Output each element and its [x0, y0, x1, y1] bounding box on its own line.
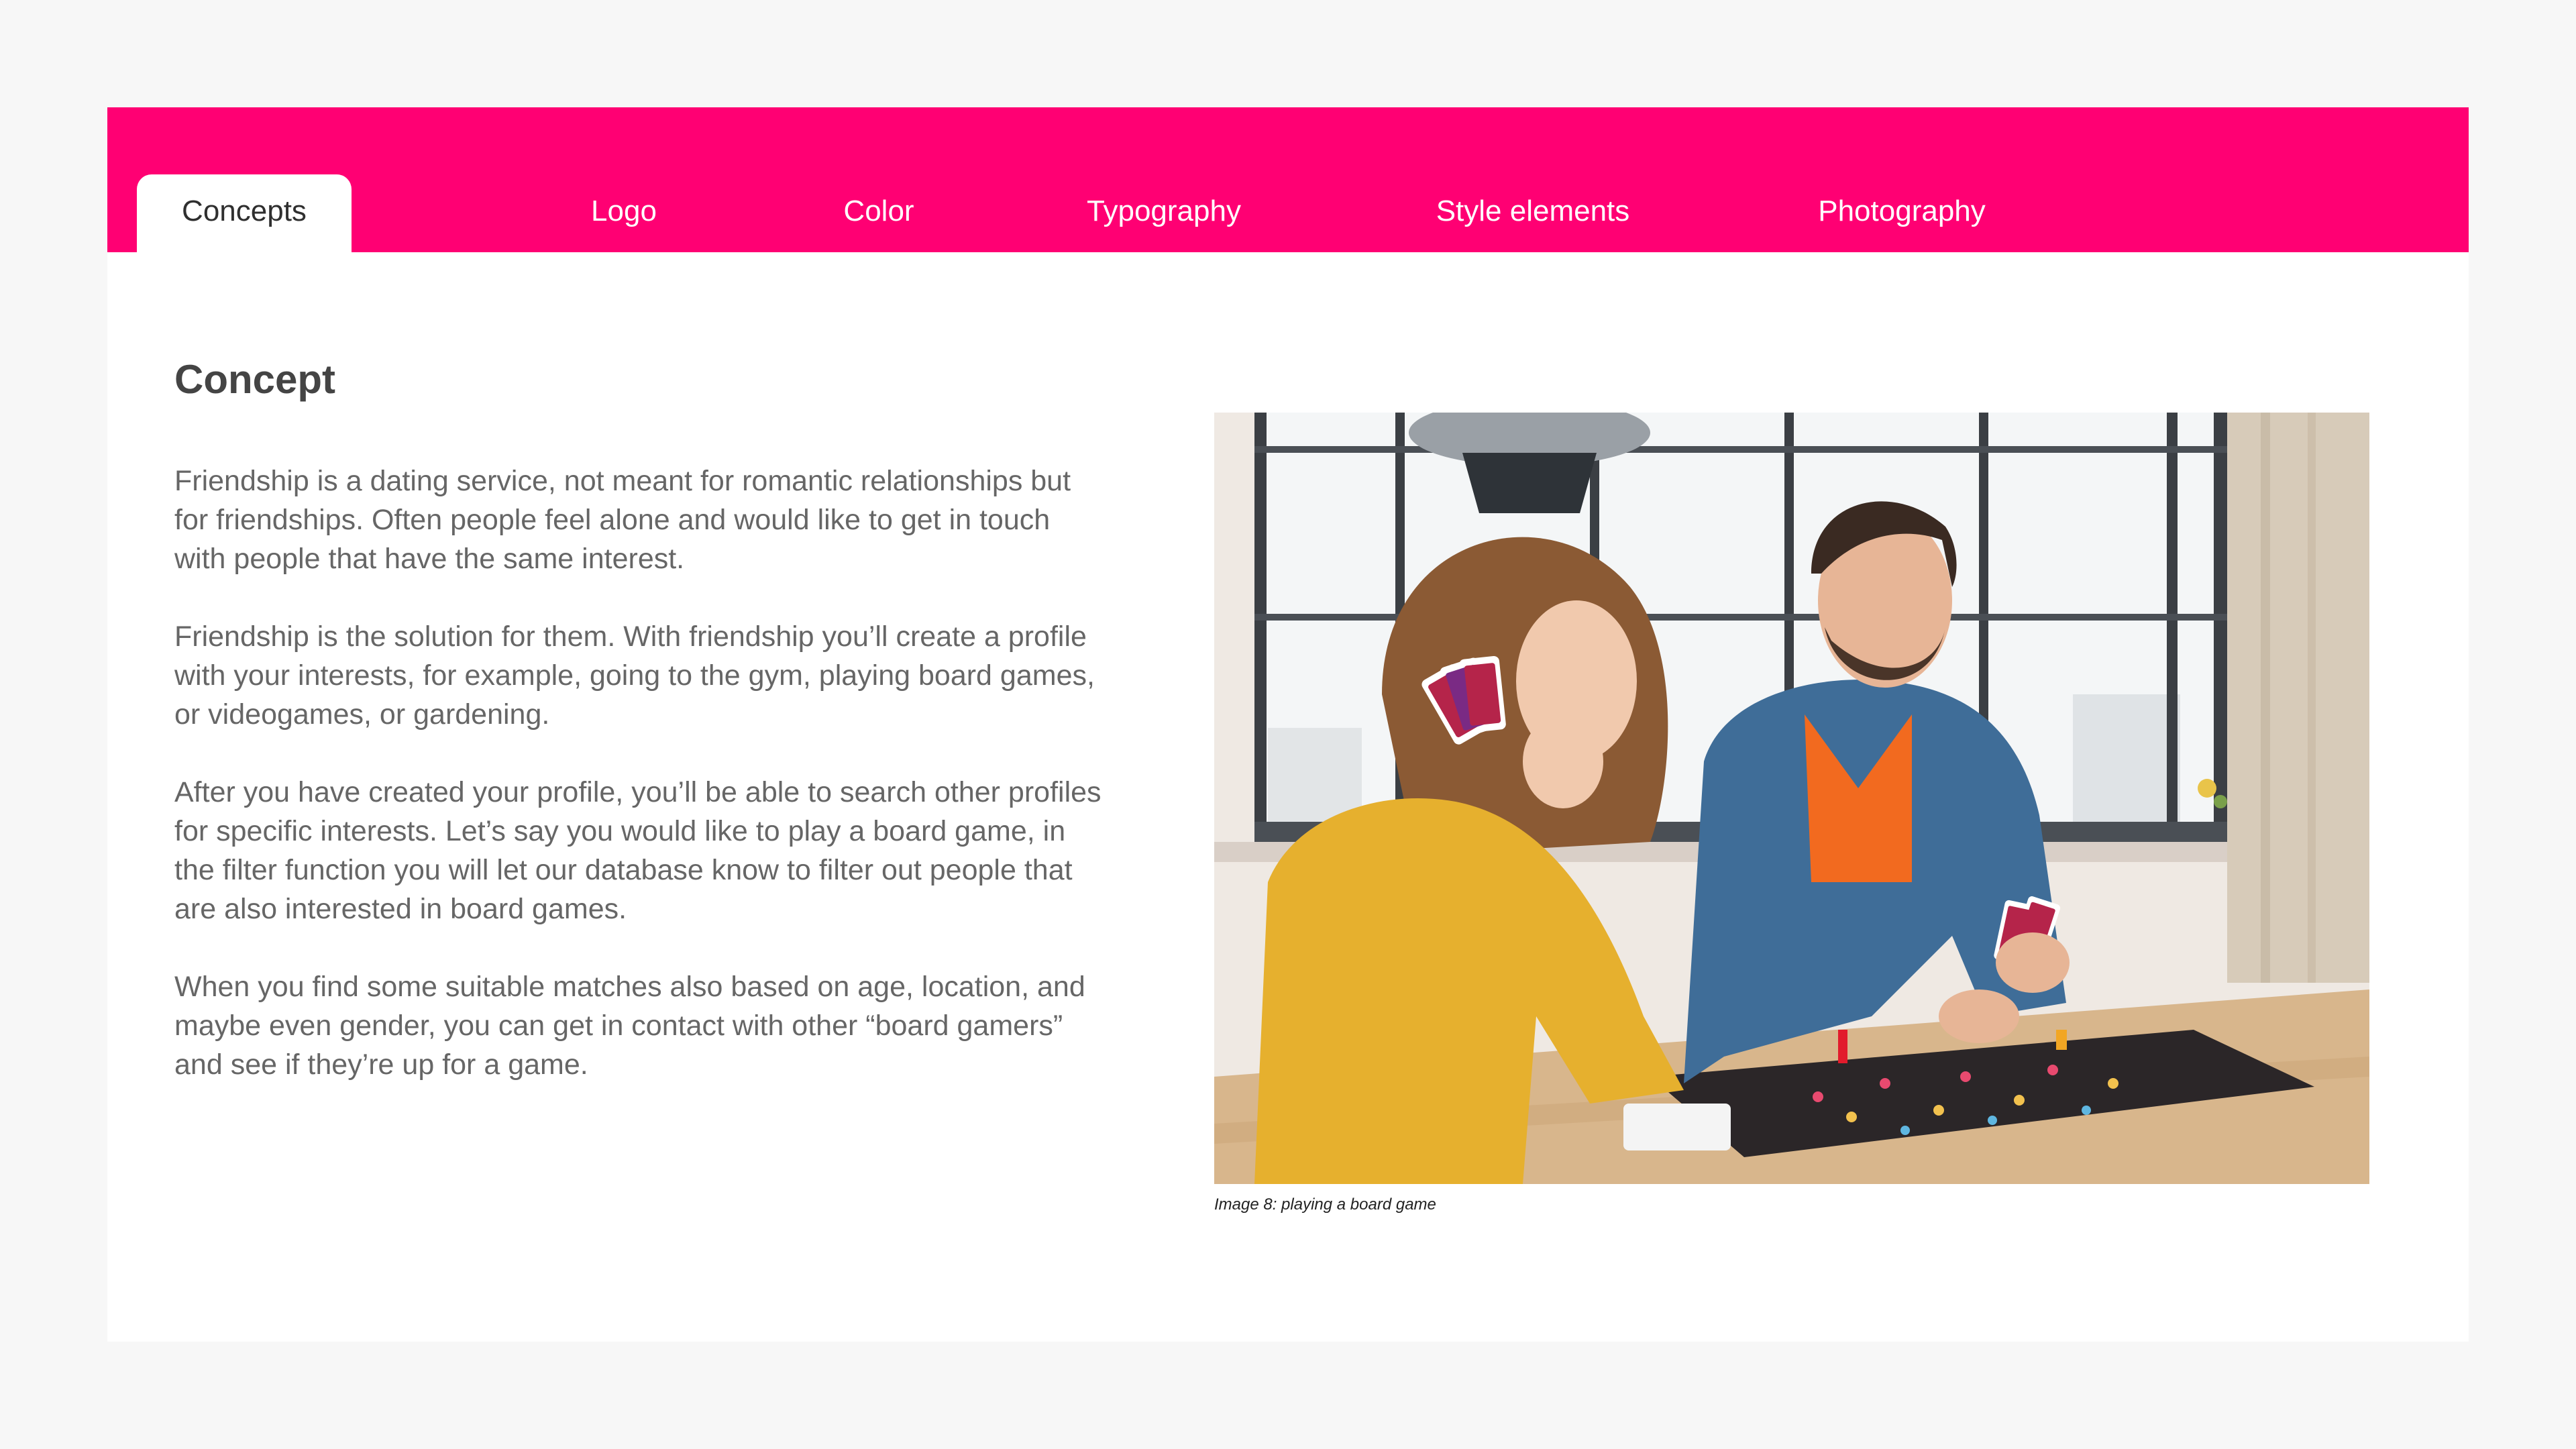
tab-style-elements[interactable]: Style elements — [1382, 174, 1684, 252]
tab-photography[interactable]: Photography — [1758, 174, 2046, 252]
tab-typography[interactable]: Typography — [1046, 174, 1281, 252]
tab-color[interactable]: Color — [805, 174, 953, 252]
tab-concepts[interactable]: Concepts — [137, 174, 352, 252]
paragraph: When you find some suitable matches also… — [174, 971, 1085, 1081]
tab-logo[interactable]: Logo — [550, 174, 698, 252]
tab-bar: Concepts Logo Color Typography Style ele… — [107, 107, 2469, 252]
section-heading: Concept — [174, 357, 335, 402]
photo-illustration — [1214, 413, 2369, 1184]
paragraph: After you have created your profile, you… — [174, 776, 1102, 925]
paragraph: Friendship is a dating service, not mean… — [174, 465, 1071, 575]
image-caption: Image 8: playing a board game — [1214, 1195, 1436, 1214]
content-panel: Concepts Logo Color Typography Style ele… — [107, 107, 2469, 1342]
paragraph: Friendship is the solution for them. Wit… — [174, 621, 1095, 731]
board-game-photo — [1214, 413, 2369, 1184]
concept-description: Friendship is a dating service, not mean… — [174, 462, 1107, 1123]
